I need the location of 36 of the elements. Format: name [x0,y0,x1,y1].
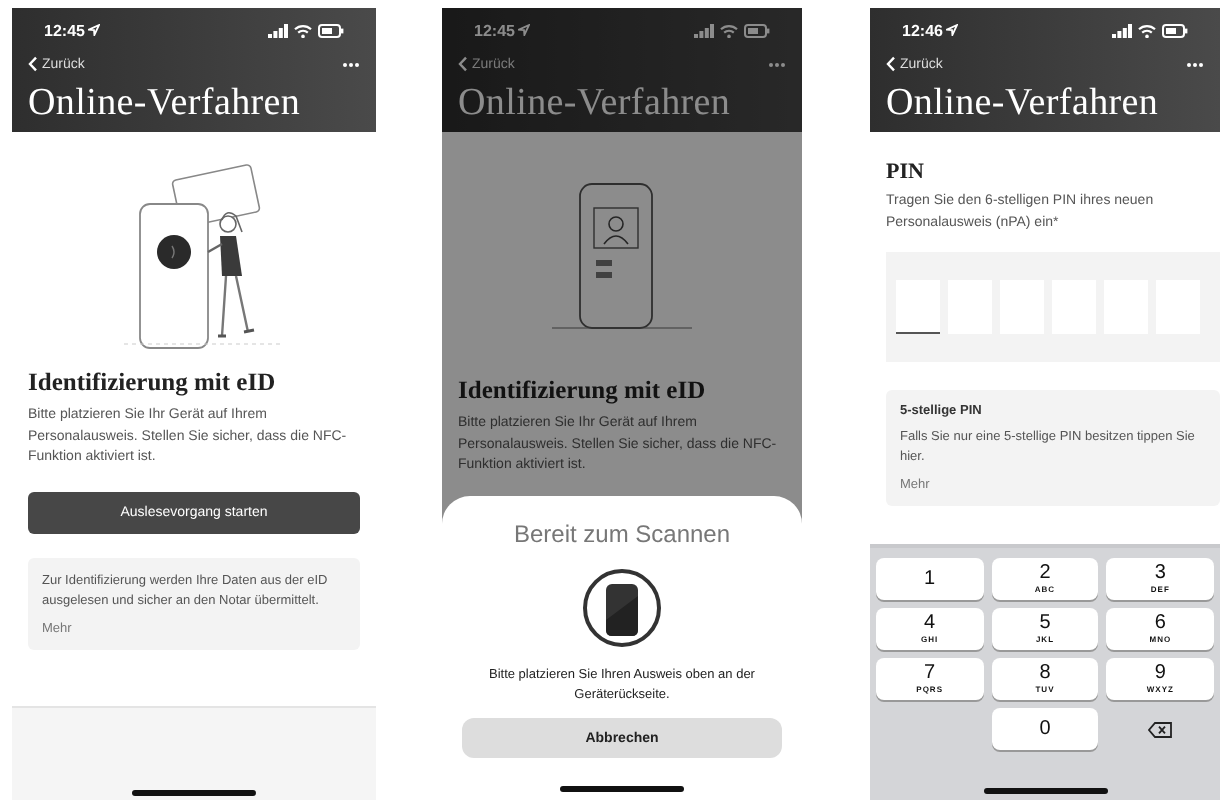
home-indicator [983,788,1107,794]
battery-icon [318,23,344,37]
wifi-icon [1138,23,1156,37]
status-time: 12:45 [474,21,515,39]
status-time: 12:46 [902,21,943,39]
signal-icon [1112,23,1132,37]
home-indicator [132,790,256,796]
wifi-icon [294,23,312,37]
battery-icon [744,23,770,37]
backspace-icon [1148,721,1173,737]
pin-digit-field[interactable] [896,280,940,334]
more-icon[interactable] [768,61,786,67]
screen-title: Online-Verfahren [886,82,1161,126]
screen-title: Online-Verfahren [28,82,303,126]
sheet-title: Bereit zum Scannen [513,520,731,548]
more-icon[interactable] [342,61,360,67]
wifi-icon [720,23,738,37]
screen-title: Online-Verfahren [458,82,733,126]
signal-icon [694,23,714,37]
signal-icon [268,23,288,37]
more-icon[interactable] [1186,61,1204,67]
location-arrow-icon [518,24,531,36]
chevron-left-icon [28,56,38,72]
section-heading: Identifizierung mit eID [28,368,278,398]
status-time: 12:45 [44,21,85,39]
location-arrow-icon [88,24,101,36]
phone-scan-icon [582,568,662,648]
chevron-left-icon [458,56,468,72]
keypad-key[interactable]: 0 [991,708,1099,750]
keypad-key[interactable]: 1 [876,558,984,600]
location-arrow-icon [946,24,959,36]
home-indicator [560,786,684,792]
section-heading: Identifizierung mit eID [458,376,708,406]
chevron-left-icon [886,56,896,72]
battery-icon [1162,23,1188,37]
section-heading: PIN [886,160,926,184]
